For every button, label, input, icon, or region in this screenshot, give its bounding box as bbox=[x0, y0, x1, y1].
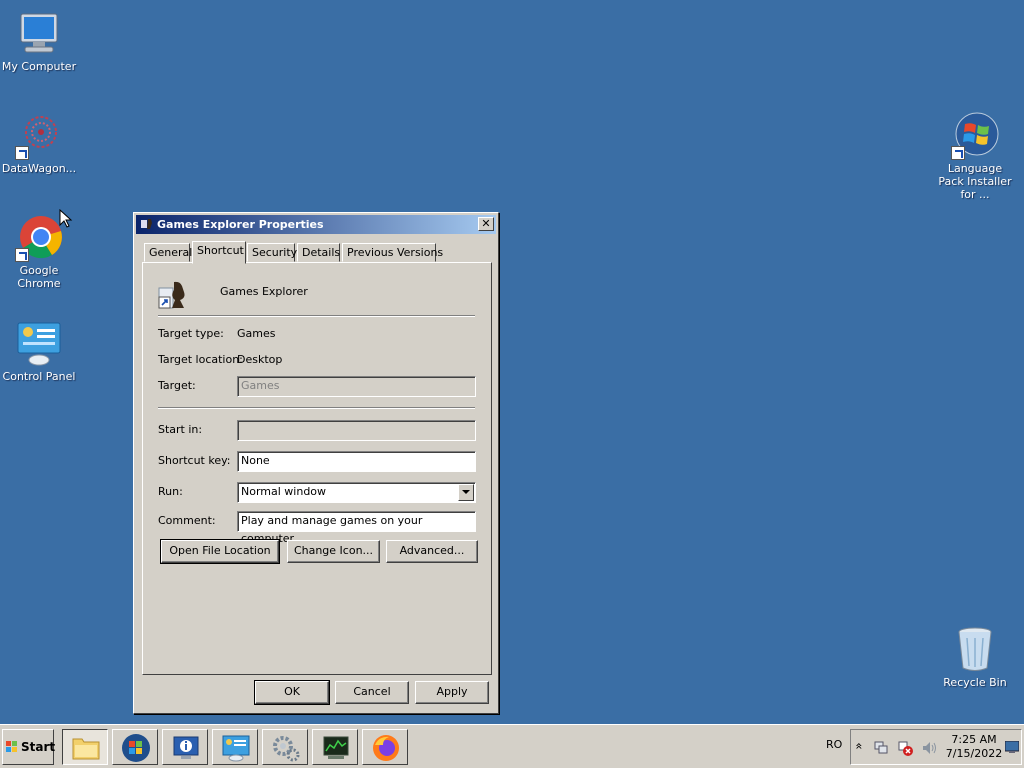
folder-icon bbox=[72, 738, 100, 760]
gear-icon bbox=[273, 736, 300, 762]
advanced-button[interactable]: Advanced... bbox=[386, 540, 478, 563]
open-file-location-button[interactable]: Open File Location bbox=[160, 539, 280, 564]
shortcut-name: Games Explorer bbox=[220, 285, 308, 298]
start-in-label: Start in: bbox=[158, 423, 203, 436]
taskbar-firefox[interactable] bbox=[362, 729, 408, 765]
clock-time: 7:25 AM bbox=[951, 733, 997, 746]
cancel-button[interactable]: Cancel bbox=[335, 681, 409, 704]
windows-flag-icon bbox=[6, 741, 17, 752]
desktop-icon-label: Language Pack Installer for ... bbox=[938, 162, 1012, 201]
clock-date: 7/15/2022 bbox=[945, 747, 1003, 760]
desktop-icon-label: Google Chrome bbox=[17, 264, 61, 290]
recycle-bin-icon bbox=[951, 626, 999, 674]
target-type-label: Target type: bbox=[158, 327, 224, 340]
clock[interactable]: 7:25 AM 7/15/2022 bbox=[945, 733, 1003, 761]
taskbar-info[interactable] bbox=[162, 729, 208, 765]
control-panel-icon bbox=[15, 320, 63, 368]
games-explorer-title-icon bbox=[141, 219, 152, 229]
shortcut-arrow-icon bbox=[15, 146, 29, 160]
dialog-title: Games Explorer Properties bbox=[157, 218, 324, 231]
desktop-icon-recycle-bin[interactable]: Recycle Bin bbox=[936, 626, 1014, 689]
tab-general[interactable]: General bbox=[144, 243, 192, 262]
datawagon-icon bbox=[15, 112, 63, 160]
tray-expand-icon[interactable]: » bbox=[852, 742, 866, 749]
separator bbox=[158, 407, 475, 409]
taskbar: Start » 7:25 AM 7/15/2022 bbox=[0, 724, 1024, 768]
start-button[interactable]: Start bbox=[2, 729, 56, 765]
windows-logo-icon bbox=[951, 112, 999, 160]
target-label: Target: bbox=[158, 379, 196, 392]
windows-orb-icon bbox=[122, 734, 150, 762]
shortcut-arrow-icon bbox=[15, 248, 29, 262]
run-select[interactable]: Normal window bbox=[237, 482, 476, 503]
network-icon[interactable] bbox=[873, 740, 889, 756]
comment-label: Comment: bbox=[158, 514, 216, 527]
taskbar-control-panel[interactable] bbox=[212, 729, 258, 765]
show-desktop-icon[interactable] bbox=[1005, 741, 1019, 753]
language-indicator[interactable]: RO bbox=[826, 738, 842, 751]
tab-details[interactable]: Details bbox=[297, 243, 340, 262]
target-location-value: Desktop bbox=[237, 353, 283, 366]
run-select-value: Normal window bbox=[241, 485, 327, 498]
shortcut-arrow-icon bbox=[951, 146, 965, 160]
run-label: Run: bbox=[158, 485, 183, 498]
desktop-icon-language-pack[interactable]: Language Pack Installer for ... bbox=[936, 112, 1014, 201]
desktop-icon-my-computer[interactable]: My Computer bbox=[0, 10, 78, 73]
mouse-cursor-icon bbox=[59, 209, 73, 228]
start-label: Start bbox=[21, 740, 56, 754]
desktop-icon-label: DataWagon... bbox=[1, 162, 77, 175]
task-manager-icon bbox=[323, 736, 349, 759]
shortcut-key-field[interactable]: None bbox=[237, 451, 476, 472]
desktop-icon-datawagon[interactable]: DataWagon... bbox=[0, 112, 78, 175]
desktop-icon-label: My Computer bbox=[1, 60, 77, 73]
apply-button[interactable]: Apply bbox=[415, 681, 489, 704]
system-tray: » 7:25 AM 7/15/2022 bbox=[850, 729, 1022, 765]
target-location-label: Target location: bbox=[158, 353, 243, 366]
desktop-icon-label: Recycle Bin bbox=[943, 676, 1007, 689]
security-alert-icon[interactable] bbox=[897, 740, 913, 756]
target-field: Games bbox=[237, 376, 476, 397]
start-in-field bbox=[237, 420, 476, 441]
desktop-icon-label: Control Panel bbox=[2, 370, 76, 383]
my-computer-icon bbox=[15, 10, 63, 58]
taskbar-settings[interactable] bbox=[262, 729, 308, 765]
taskbar-windows[interactable] bbox=[112, 729, 158, 765]
properties-dialog: Games Explorer Properties ✕ General Shor… bbox=[133, 212, 499, 714]
volume-icon[interactable] bbox=[921, 740, 937, 756]
chrome-icon bbox=[15, 214, 63, 262]
info-monitor-icon bbox=[173, 736, 199, 759]
control-panel-icon bbox=[222, 735, 250, 762]
tab-security[interactable]: Security bbox=[247, 243, 297, 262]
comment-field[interactable]: Play and manage games on your computer. bbox=[237, 511, 476, 545]
change-icon-button[interactable]: Change Icon... bbox=[287, 540, 380, 563]
close-button[interactable]: ✕ bbox=[478, 217, 494, 231]
taskbar-task-manager[interactable] bbox=[312, 729, 358, 765]
chevron-down-icon[interactable] bbox=[458, 484, 474, 501]
target-type-value: Games bbox=[237, 327, 276, 340]
separator bbox=[158, 315, 475, 317]
ok-button[interactable]: OK bbox=[254, 680, 330, 705]
shortcut-tab-panel: Games Explorer Target type: Games Target… bbox=[142, 262, 492, 675]
games-explorer-icon bbox=[158, 281, 185, 309]
desktop-icon-control-panel[interactable]: Control Panel bbox=[0, 320, 78, 383]
shortcut-key-label: Shortcut key: bbox=[158, 454, 231, 467]
dialog-titlebar[interactable]: Games Explorer Properties ✕ bbox=[136, 215, 496, 234]
tab-previous-versions[interactable]: Previous Versions bbox=[342, 243, 443, 262]
tab-shortcut[interactable]: Shortcut bbox=[192, 241, 246, 264]
firefox-icon bbox=[373, 735, 399, 761]
taskbar-file-explorer[interactable] bbox=[62, 729, 108, 765]
